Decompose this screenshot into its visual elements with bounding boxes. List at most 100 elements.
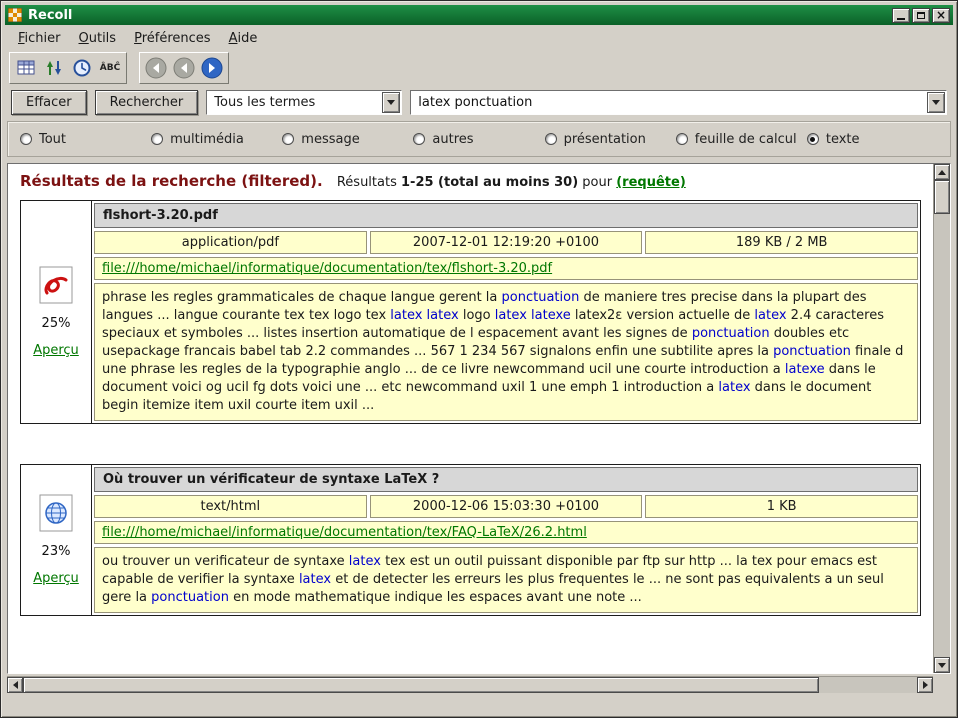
scroll-right-button[interactable] — [917, 677, 933, 693]
result-snippet: ou trouver un verificateur de syntaxe la… — [94, 547, 918, 613]
update-index-arrows-icon — [44, 58, 64, 78]
results-list: 25%Aperçuflshort-3.20.pdfapplication/pdf… — [18, 200, 925, 616]
result-meta-row: text/html2000-12-06 15:03:30 +01001 KB — [94, 495, 918, 518]
filter-bar: Tout multimédia message autres présentation f… — [7, 121, 951, 157]
filter-label-tout: Tout — [39, 132, 66, 147]
radio-autres[interactable] — [413, 133, 425, 145]
result-date: 2007-12-01 12:19:20 +0100 — [370, 231, 643, 254]
radio-texte[interactable] — [807, 133, 819, 145]
vertical-scrollbar[interactable] — [933, 164, 950, 673]
preview-link[interactable]: Aperçu — [33, 571, 79, 586]
radio-multimedia[interactable] — [151, 133, 163, 145]
result-url-link[interactable]: file:///home/michael/informatique/docume… — [102, 261, 552, 276]
horizontal-scrollbar-track[interactable] — [819, 677, 917, 693]
horizontal-scrollbar-thumb[interactable] — [23, 677, 819, 693]
scroll-down-button[interactable] — [934, 657, 950, 673]
menu-item-fichier[interactable]: Fichier — [9, 28, 70, 49]
result-mime: text/html — [94, 495, 367, 518]
maximize-icon — [917, 12, 925, 19]
result-date: 2000-12-06 15:03:30 +0100 — [370, 495, 643, 518]
highlighted-term: ponctuation — [502, 290, 580, 305]
radio-feuille-de-calcul[interactable] — [676, 133, 688, 145]
chevron-down-icon — [932, 100, 940, 105]
query-combobox[interactable] — [410, 90, 947, 115]
search-mode-combobox[interactable]: Tous les termes — [206, 90, 402, 115]
term-explorer-button[interactable]: ÂBĈ — [97, 55, 123, 81]
close-icon: × — [936, 9, 946, 21]
scroll-up-button[interactable] — [934, 164, 950, 180]
results-area: Résultats de la recherche (filtered). Ré… — [7, 163, 951, 674]
result-size: 189 KB / 2 MB — [645, 231, 918, 254]
query-details-link[interactable]: (requête) — [616, 175, 686, 190]
relevance-percent: 25% — [42, 316, 71, 331]
filter-label-autres: autres — [432, 132, 473, 147]
menu-item-aide[interactable]: Aide — [220, 28, 267, 49]
html-document-icon — [39, 494, 73, 536]
highlighted-term: ponctuation — [773, 344, 851, 359]
results-range: 1-25 (total au moins 30) — [401, 175, 578, 190]
results-word: Résultats — [337, 175, 397, 190]
history-button[interactable] — [69, 55, 95, 81]
toolbar: ÂBĈ — [5, 51, 953, 85]
query-dropdown-button[interactable] — [927, 92, 945, 113]
result-title: Où trouver un vérificateur de syntaxe La… — [94, 467, 918, 492]
result-url-row: file:///home/michael/informatique/docume… — [94, 257, 918, 280]
radio-tout[interactable] — [20, 133, 32, 145]
filter-label-multimedia: multimédia — [170, 132, 244, 147]
highlighted-term: latex latex — [390, 308, 458, 323]
update-index-button[interactable] — [41, 55, 67, 81]
result-url-row: file:///home/michael/informatique/docume… — [94, 521, 918, 544]
filter-option-feuille-de-calcul[interactable]: feuille de calcul — [676, 132, 807, 147]
radio-message[interactable] — [282, 133, 294, 145]
results-title: Résultats de la recherche (filtered). — [20, 172, 323, 190]
query-input[interactable] — [411, 91, 927, 114]
clear-button[interactable]: Effacer — [11, 90, 87, 115]
vertical-scrollbar-track[interactable] — [934, 214, 950, 657]
menu-item-outils[interactable]: Outils — [70, 28, 126, 49]
arrow-right-icon — [923, 681, 928, 689]
minimize-icon — [897, 18, 905, 20]
close-button[interactable]: × — [932, 8, 950, 23]
result-url-link[interactable]: file:///home/michael/informatique/docume… — [102, 525, 587, 540]
highlighted-term: ponctuation — [151, 590, 229, 605]
menubar: FichierOutilsPréférencesAide — [5, 25, 953, 51]
filter-option-message[interactable]: message — [282, 132, 413, 147]
highlighted-term: latex — [299, 572, 331, 587]
vertical-scrollbar-thumb[interactable] — [934, 180, 950, 214]
menu-item-preferences[interactable]: Préférences — [125, 28, 219, 49]
nav-first-button[interactable] — [143, 55, 169, 81]
search-button[interactable]: Rechercher — [95, 90, 199, 115]
snippet-text: latex2ε version actuelle de — [571, 308, 755, 323]
nav-next-button[interactable] — [199, 55, 225, 81]
arrow-up-icon — [938, 170, 946, 175]
filter-label-texte: texte — [826, 132, 860, 147]
query-table-button[interactable] — [13, 55, 39, 81]
titlebar[interactable]: Recoll × — [5, 5, 953, 25]
result-meta-row: application/pdf2007-12-01 12:19:20 +0100… — [94, 231, 918, 254]
minimize-button[interactable] — [892, 8, 910, 23]
filter-option-tout[interactable]: Tout — [20, 132, 151, 147]
scroll-left-button[interactable] — [7, 677, 23, 693]
result-size: 1 KB — [645, 495, 918, 518]
filter-option-texte[interactable]: texte — [807, 132, 938, 147]
maximize-button[interactable] — [912, 8, 930, 23]
filter-option-autres[interactable]: autres — [413, 132, 544, 147]
pdf-document-icon — [39, 266, 73, 308]
window-bottom-frame — [5, 693, 953, 713]
radio-presentation[interactable] — [545, 133, 557, 145]
filter-label-presentation: présentation — [564, 132, 646, 147]
horizontal-scrollbar[interactable] — [7, 676, 933, 693]
app-icon — [8, 8, 22, 22]
window-controls: × — [892, 8, 950, 23]
nav-prev-icon — [173, 57, 195, 79]
filter-option-multimedia[interactable]: multimédia — [151, 132, 282, 147]
result-item-1: 25%Aperçuflshort-3.20.pdfapplication/pdf… — [20, 200, 921, 424]
preview-link[interactable]: Aperçu — [33, 343, 79, 358]
filter-option-presentation[interactable]: présentation — [545, 132, 676, 147]
results-header: Résultats de la recherche (filtered). Ré… — [20, 172, 925, 190]
nav-first-icon — [145, 57, 167, 79]
search-mode-dropdown-button[interactable] — [382, 92, 400, 113]
recoll-window: Recoll × FichierOutilsPréférencesAide — [0, 0, 958, 718]
arrow-down-icon — [938, 663, 946, 668]
nav-prev-button[interactable] — [171, 55, 197, 81]
